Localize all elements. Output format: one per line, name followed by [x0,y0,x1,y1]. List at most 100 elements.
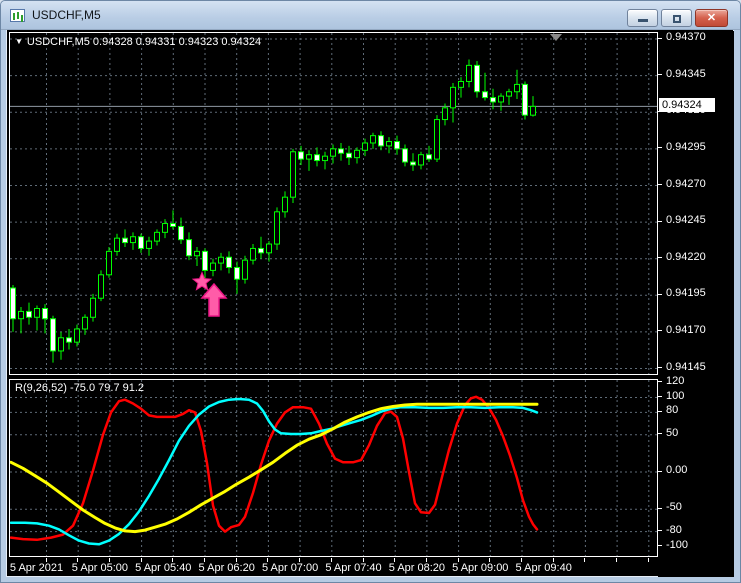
indicator-axis-tick [658,470,662,472]
candle [346,152,352,159]
price-axis[interactable]: 0.94324 0.943700.943450.943200.942950.94… [658,31,734,577]
candle [162,223,168,233]
candle [498,95,504,103]
price-axis-tick [658,293,662,295]
candle [530,105,536,116]
indicator-axis-label: -80 [666,523,682,536]
indicator-axis-label: 100 [666,389,685,402]
price-axis-label: 0.94295 [666,140,706,153]
indicator-axis-tick [658,396,662,397]
candle [250,247,256,261]
candle [466,64,472,82]
candle [258,247,264,254]
candle [298,151,304,160]
indicator-panel[interactable]: R(9,26,52) -75.0 79.7 91.2 [9,379,658,557]
indicator-axis-tick [658,545,662,546]
indicator-axis-label: 50 [666,426,679,439]
candle [418,154,424,166]
indicator-axis-label: 0.00 [666,464,688,476]
chart-window-icon [10,8,25,22]
candle [314,154,320,162]
candle [58,337,64,352]
price-axis-label: 0.94345 [666,67,706,80]
price-axis-tick [658,367,662,368]
price-axis-label: 0.94245 [666,214,706,227]
ohlc-text: USDCHF,M5 0.94328 0.94331 0.94323 0.9432… [26,36,262,48]
price-axis-tick [658,330,662,332]
close-button[interactable]: ✕ [695,9,728,27]
indicator-axis-tick [658,433,662,435]
time-axis-tick [647,558,649,562]
candle [458,80,464,88]
minimize-icon [638,19,648,22]
time-axis-tick [616,558,618,562]
candle [322,155,328,162]
candle [490,97,496,103]
candle [402,148,408,163]
candle [106,250,112,276]
price-axis-label: 0.94220 [666,250,706,263]
candle [266,243,272,254]
candle [122,237,128,244]
candle [10,287,16,320]
candle [218,256,224,264]
price-axis-label: 0.94170 [666,323,706,336]
chart-shift-marker-icon [550,34,562,41]
indicator-axis-tick [658,507,662,509]
candle [210,262,216,271]
time-axis[interactable]: 5 Apr 2021 5 Apr 05:00 5 Apr 05:40 5 Apr 06… [9,558,658,576]
price-axis-tick [658,74,662,76]
candle [338,148,344,154]
candle [410,161,416,166]
candle [282,196,288,213]
indicator-chart[interactable] [10,380,658,557]
candle [290,151,296,198]
candle [306,154,312,160]
candlestick-chart[interactable] [10,33,658,375]
candle [226,256,232,268]
indicator-axis-label: 120 [666,374,685,387]
candle [98,274,104,299]
indicator-axis-tick [658,410,662,412]
candle [378,135,384,147]
candle [82,316,88,330]
candle [450,86,456,109]
candle [178,225,184,241]
restore-button[interactable] [661,9,692,27]
minimize-button[interactable] [627,9,658,27]
indicator-line-red [10,395,539,542]
candle [482,91,488,99]
signal-star-icon [191,271,213,291]
indicator-axis-label: -50 [666,501,682,514]
price-axis-label: 0.94370 [666,31,706,43]
indicator-axis-tick [658,530,662,532]
indicator-axis-label: -100 [666,538,689,551]
candle [474,64,480,93]
price-axis-label: 0.94270 [666,177,706,190]
candle [386,141,392,147]
candle [514,83,520,93]
candle [186,239,192,257]
candle [442,107,448,121]
price-axis-label: 0.94195 [666,287,706,300]
candle [522,83,528,116]
candle [354,149,360,159]
candle [330,148,336,157]
candle [42,307,48,320]
restore-icon [673,15,681,23]
indicator-axis-label: 80 [666,404,679,417]
candle [26,310,32,318]
candle [194,250,200,257]
symbol-dropdown-icon[interactable]: ▼ [15,37,23,46]
current-price-box: 0.94324 [659,98,715,113]
candle [370,135,376,144]
price-axis-tick [658,184,662,185]
price-axis-label: 0.94145 [666,360,706,373]
candle [362,142,368,151]
title-bar[interactable]: USDCHF,M5 ✕ [1,1,740,30]
indicator-axis-tick [658,381,662,383]
candle [146,240,152,249]
candle [34,307,40,318]
time-axis-label: 5 Apr 09:40 [515,562,572,574]
price-chart-panel[interactable]: ▼ USDCHF,M5 0.94328 0.94331 0.94323 0.943… [9,32,658,375]
